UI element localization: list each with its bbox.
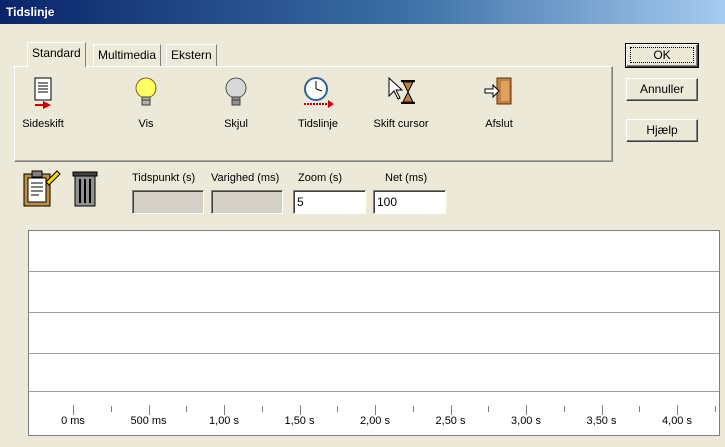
ruler-major-tick: [224, 405, 225, 415]
exit-door-icon: [484, 77, 512, 105]
toolbar-label: Tidslinje: [298, 118, 338, 130]
ruler-major-tick: [601, 405, 603, 415]
track-divider: [29, 312, 719, 313]
toolbar-label: Skjul: [224, 118, 248, 130]
tab-ekstern[interactable]: Ekstern: [166, 44, 217, 66]
ruler-label: 1,00 s: [209, 415, 239, 427]
ruler-label: 500 ms: [130, 415, 167, 427]
ruler-minor-tick: [639, 406, 641, 412]
track-divider: [29, 353, 719, 354]
timeline-dialog: Tidslinje Standard Multimedia Ekstern Si…: [0, 0, 725, 447]
tab-standard[interactable]: Standard: [27, 42, 86, 67]
ruler-major-tick: [677, 405, 678, 415]
toolbar-item-tidslinje[interactable]: Tidslinje: [283, 76, 353, 130]
ruler-label: 0 ms: [61, 415, 85, 427]
ruler-label: 2,00 s: [360, 415, 390, 427]
ok-button-label: OK: [630, 47, 694, 63]
ruler-top-line: [29, 391, 719, 392]
cursor-hourglass-icon: [388, 76, 415, 104]
track-divider: [29, 271, 719, 272]
lightbulb-on-icon: [135, 77, 157, 106]
ruler-minor-tick: [186, 406, 188, 412]
toolbar-label: Skift cursor: [373, 118, 429, 130]
net-field[interactable]: 100: [373, 190, 446, 214]
zoom-label: Zoom (s): [298, 172, 342, 184]
trash-can-icon[interactable]: [70, 168, 100, 210]
ruler-label: 3,00 s: [511, 415, 541, 427]
ruler-major-tick: [299, 405, 301, 415]
ruler-minor-tick: [412, 406, 414, 412]
ok-button[interactable]: OK: [625, 43, 699, 68]
varighed-field[interactable]: [211, 190, 283, 214]
ruler-major-tick: [526, 405, 527, 415]
ruler-label: 3,50 s: [586, 415, 617, 427]
tidspunkt-field[interactable]: [132, 190, 204, 214]
ruler-major-tick: [450, 405, 452, 415]
ruler-label: 2,50 s: [435, 415, 466, 427]
ruler-major-tick: [375, 405, 376, 415]
net-label: Net (ms): [385, 172, 428, 184]
window-title: Tidslinje: [6, 5, 55, 19]
toolbar-item-skift-cursor[interactable]: Skift cursor: [366, 76, 436, 130]
ruler-minor-tick: [261, 406, 263, 412]
ruler-minor-tick: [563, 406, 565, 412]
lightbulb-off-icon: [225, 77, 247, 106]
help-button[interactable]: Hjælp: [626, 119, 698, 142]
ruler-label: 1,50 s: [284, 415, 315, 427]
ruler-major-tick: [148, 405, 150, 415]
tab-multimedia[interactable]: Multimedia: [93, 44, 162, 66]
paste-clipboard-icon[interactable]: [21, 168, 61, 210]
page-break-icon: [34, 77, 52, 109]
toolbar-label: Vis: [138, 118, 154, 130]
toolbar-item-sideskift[interactable]: Sideskift: [8, 76, 78, 130]
clock-timeline-icon: [304, 77, 334, 108]
toolbar-item-skjul[interactable]: Skjul: [201, 76, 271, 130]
ruler-minor-tick: [714, 406, 716, 412]
varighed-label: Varighed (ms): [211, 172, 280, 184]
title-bar[interactable]: Tidslinje: [0, 0, 725, 24]
toolbar-item-vis[interactable]: Vis: [111, 76, 181, 130]
ruler-label: 4,00 s: [662, 415, 692, 427]
toolbar-item-afslut[interactable]: Afslut: [464, 76, 534, 130]
tidspunkt-label: Tidspunkt (s): [132, 172, 196, 184]
toolbar-label: Sideskift: [22, 118, 64, 130]
toolbar-label: Afslut: [485, 118, 513, 130]
zoom-field[interactable]: 5: [293, 190, 366, 214]
cancel-button[interactable]: Annuller: [626, 78, 698, 101]
ruler-minor-tick: [488, 406, 490, 412]
ruler-major-tick: [73, 405, 74, 415]
ruler-minor-tick: [337, 406, 339, 412]
ruler-minor-tick: [110, 406, 112, 412]
timeline-area[interactable]: 0 ms 500 ms 1,00 s 1,50 s 2,00 s 2,50 s 3,00 s…: [28, 230, 720, 436]
